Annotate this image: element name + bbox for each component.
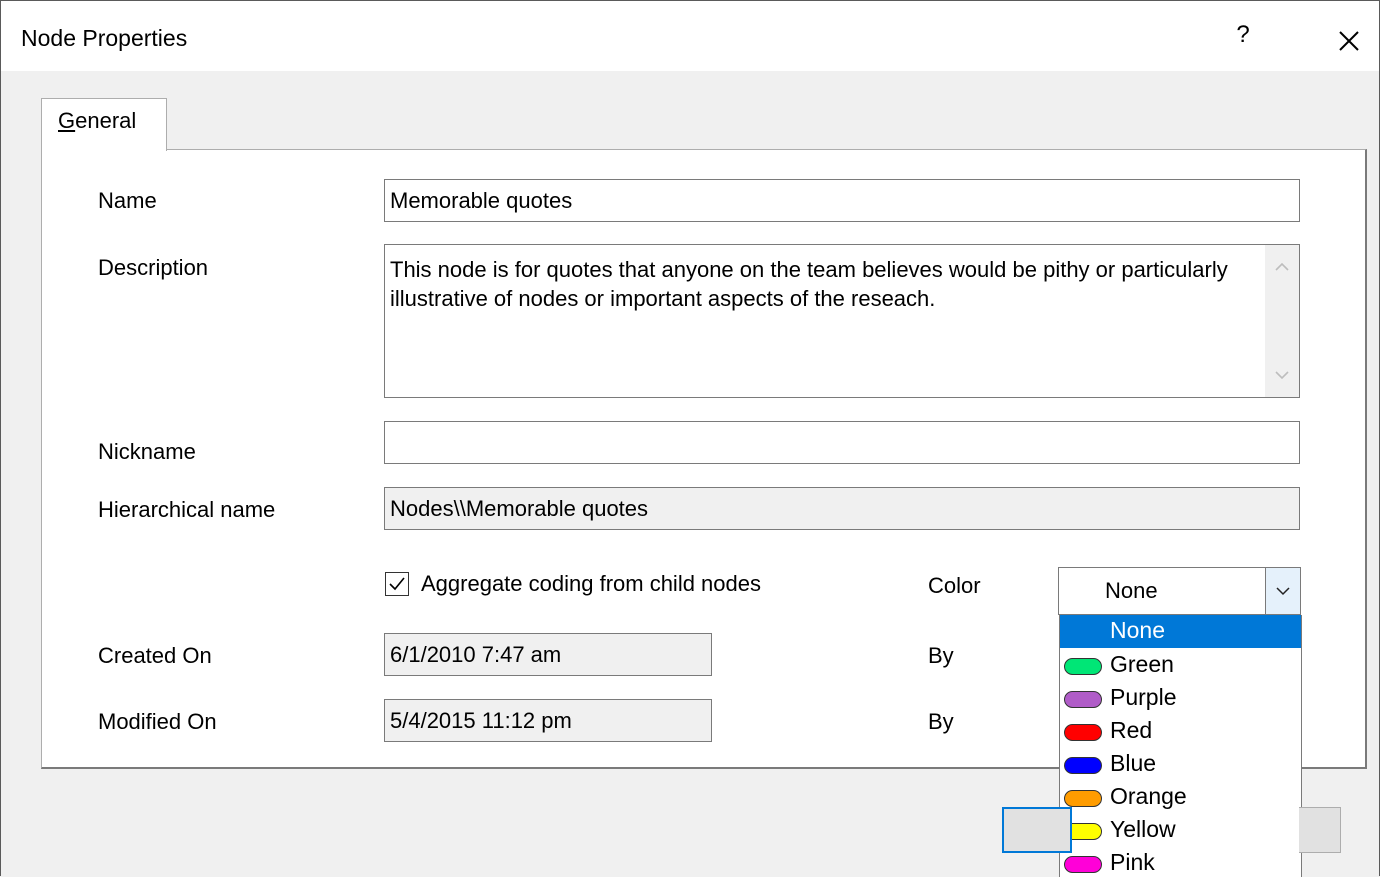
- scroll-down-icon: [1275, 371, 1289, 380]
- aggregate-label[interactable]: Aggregate coding from child nodes: [421, 571, 761, 597]
- red-swatch-icon: [1064, 724, 1102, 741]
- color-dropdown-button[interactable]: [1265, 568, 1300, 614]
- blue-swatch-icon: [1064, 757, 1102, 774]
- color-dropdown-list: None Green Purple Red Blue Orange Yellow: [1059, 615, 1302, 877]
- modified-on-label: Modified On: [98, 709, 217, 734]
- dialog-title: Node Properties: [21, 25, 188, 51]
- aggregate-checkbox[interactable]: [385, 572, 409, 596]
- color-label: Color: [928, 573, 981, 598]
- ok-button[interactable]: [1002, 807, 1072, 853]
- hierarchical-name-field: Nodes\\Memorable quotes: [384, 487, 1300, 530]
- nickname-input[interactable]: [384, 421, 1300, 464]
- green-swatch-icon: [1064, 658, 1102, 675]
- title-bar: Node Properties ?: [1, 1, 1379, 71]
- purple-swatch-icon: [1064, 691, 1102, 708]
- modified-on-field: 5/4/2015 11:12 pm: [384, 699, 712, 742]
- help-button[interactable]: ?: [1227, 21, 1259, 55]
- color-select[interactable]: None: [1058, 567, 1301, 615]
- scroll-up-icon: [1275, 262, 1289, 271]
- tab-general-label: General: [58, 108, 137, 133]
- description-scrollbar[interactable]: [1265, 245, 1299, 397]
- color-option-green[interactable]: Green: [1060, 649, 1301, 682]
- color-option-label: Orange: [1110, 783, 1187, 809]
- color-option-pink[interactable]: Pink: [1060, 847, 1301, 877]
- created-on-label: Created On: [98, 643, 212, 668]
- color-option-none[interactable]: None: [1060, 615, 1301, 648]
- color-option-label: Purple: [1110, 684, 1177, 710]
- color-option-purple[interactable]: Purple: [1060, 682, 1301, 715]
- color-option-blue[interactable]: Blue: [1060, 748, 1301, 781]
- color-option-yellow[interactable]: Yellow: [1060, 814, 1301, 847]
- description-text: This node is for quotes that anyone on t…: [390, 257, 1228, 311]
- color-option-label: Yellow: [1110, 816, 1176, 842]
- description-label: Description: [98, 255, 209, 280]
- color-option-label: Red: [1110, 717, 1153, 743]
- close-icon: [1339, 31, 1359, 51]
- color-option-label: Pink: [1110, 849, 1155, 875]
- nickname-label: Nickname: [98, 439, 196, 464]
- tab-general[interactable]: General: [41, 98, 167, 151]
- color-select-value: None: [1105, 578, 1158, 603]
- color-option-red[interactable]: Red: [1060, 715, 1301, 748]
- name-input[interactable]: Memorable quotes: [384, 179, 1300, 222]
- name-label: Name: [98, 188, 157, 213]
- pink-swatch-icon: [1064, 856, 1102, 873]
- orange-swatch-icon: [1064, 790, 1102, 807]
- created-by-label: By: [928, 643, 954, 668]
- created-on-field: 6/1/2010 7:47 am: [384, 633, 712, 676]
- close-button[interactable]: [1331, 23, 1367, 59]
- color-option-label: Blue: [1110, 750, 1157, 776]
- chevron-down-icon: [1276, 587, 1290, 596]
- cancel-button[interactable]: [1299, 807, 1341, 853]
- color-option-orange[interactable]: Orange: [1060, 781, 1301, 814]
- color-option-label: None: [1110, 617, 1165, 643]
- description-textarea[interactable]: This node is for quotes that anyone on t…: [384, 244, 1300, 398]
- hierarchical-name-label: Hierarchical name: [98, 497, 276, 522]
- checkmark-icon: [389, 577, 405, 591]
- color-option-label: Green: [1110, 651, 1174, 677]
- modified-by-label: By: [928, 709, 954, 734]
- node-properties-dialog: Node Properties ? General Name Memorable…: [0, 0, 1380, 877]
